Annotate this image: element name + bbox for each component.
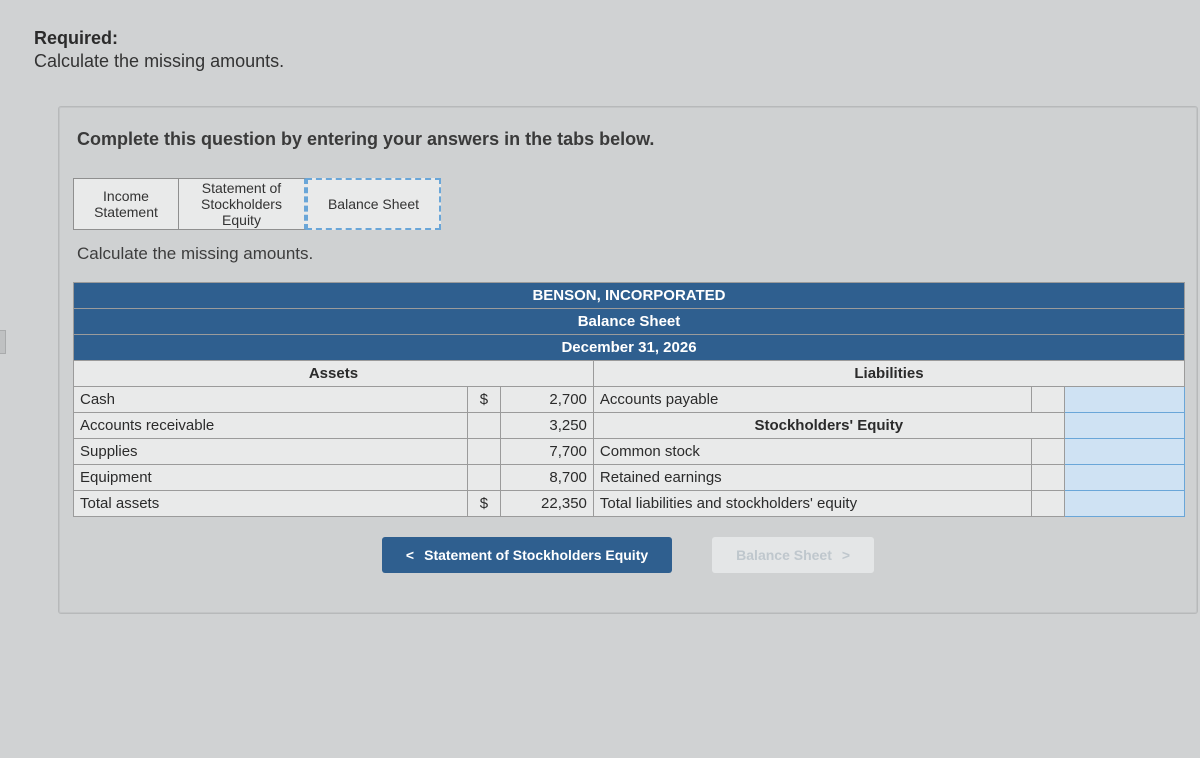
row-label: Total assets bbox=[74, 491, 468, 517]
row-label: Total liabilities and stockholders' equi… bbox=[593, 491, 1031, 517]
table-row: Total assets $ 22,350 Total liabilities … bbox=[74, 491, 1185, 517]
currency-symbol-input[interactable] bbox=[1031, 465, 1064, 491]
prev-tab-label: Statement of Stockholders Equity bbox=[424, 547, 648, 563]
row-value: 8,700 bbox=[500, 465, 593, 491]
company-name: BENSON, INCORPORATED bbox=[74, 283, 1185, 309]
row-label: Cash bbox=[74, 387, 468, 413]
value-input[interactable] bbox=[1064, 439, 1184, 465]
value-input[interactable] bbox=[1064, 413, 1184, 439]
row-value: 7,700 bbox=[500, 439, 593, 465]
currency-symbol: $ bbox=[468, 491, 501, 517]
row-label: Accounts payable bbox=[593, 387, 1031, 413]
row-value: 22,350 bbox=[500, 491, 593, 517]
value-input[interactable] bbox=[1064, 491, 1184, 517]
tab-instruction: Calculate the missing amounts. bbox=[77, 244, 1197, 264]
liabilities-header: Liabilities bbox=[593, 361, 1184, 387]
chevron-right-icon: > bbox=[842, 547, 850, 563]
currency-symbol: $ bbox=[468, 387, 501, 413]
tab-income-statement[interactable]: Income Statement bbox=[73, 178, 178, 230]
currency-symbol-input[interactable] bbox=[1031, 491, 1064, 517]
tab-statement-stockholders-equity[interactable]: Statement of Stockholders Equity bbox=[178, 178, 306, 230]
currency-symbol-input[interactable] bbox=[1031, 439, 1064, 465]
table-row: Supplies 7,700 Common stock bbox=[74, 439, 1185, 465]
question-panel: Complete this question by entering your … bbox=[58, 106, 1198, 614]
required-title: Required: bbox=[34, 28, 1200, 49]
row-label: Common stock bbox=[593, 439, 1031, 465]
next-tab-label: Balance Sheet bbox=[736, 547, 832, 563]
value-input[interactable] bbox=[1064, 387, 1184, 413]
row-value: 3,250 bbox=[500, 413, 593, 439]
currency-symbol bbox=[468, 465, 501, 491]
row-label: Supplies bbox=[74, 439, 468, 465]
table-row: Cash $ 2,700 Accounts payable bbox=[74, 387, 1185, 413]
row-label: Equipment bbox=[74, 465, 468, 491]
sheet-title: Balance Sheet bbox=[74, 309, 1185, 335]
balance-sheet-table: BENSON, INCORPORATED Balance Sheet Decem… bbox=[73, 282, 1185, 517]
tab-balance-sheet[interactable]: Balance Sheet bbox=[306, 178, 441, 230]
tab-bar: Income Statement Statement of Stockholde… bbox=[73, 178, 1197, 230]
row-value: 2,700 bbox=[500, 387, 593, 413]
required-subtitle: Calculate the missing amounts. bbox=[34, 51, 1200, 72]
currency-symbol-input[interactable] bbox=[1031, 387, 1064, 413]
currency-symbol bbox=[468, 413, 501, 439]
next-tab-button: Balance Sheet > bbox=[712, 537, 874, 573]
value-input[interactable] bbox=[1064, 465, 1184, 491]
stockholders-equity-header: Stockholders' Equity bbox=[593, 413, 1064, 439]
adjacent-card-edge bbox=[0, 330, 6, 354]
prev-tab-button[interactable]: < Statement of Stockholders Equity bbox=[382, 537, 672, 573]
row-label: Accounts receivable bbox=[74, 413, 468, 439]
table-row: Equipment 8,700 Retained earnings bbox=[74, 465, 1185, 491]
tabs-prompt: Complete this question by entering your … bbox=[59, 129, 1197, 178]
assets-header: Assets bbox=[74, 361, 594, 387]
table-row: Accounts receivable 3,250 Stockholders' … bbox=[74, 413, 1185, 439]
required-block: Required: Calculate the missing amounts. bbox=[34, 28, 1200, 72]
sheet-date: December 31, 2026 bbox=[74, 335, 1185, 361]
row-label: Retained earnings bbox=[593, 465, 1031, 491]
currency-symbol bbox=[468, 439, 501, 465]
tab-nav-bar: < Statement of Stockholders Equity Balan… bbox=[59, 537, 1197, 573]
chevron-left-icon: < bbox=[406, 547, 414, 563]
